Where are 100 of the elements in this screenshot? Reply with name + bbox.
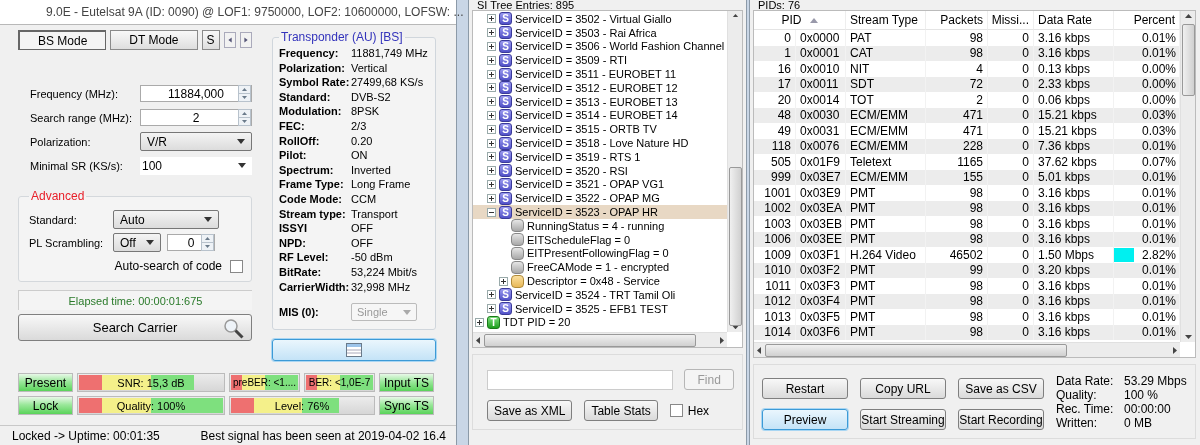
expand-icon[interactable] bbox=[499, 276, 508, 286]
down-arrow-icon[interactable] bbox=[1184, 335, 1192, 339]
tree-item[interactable]: EITScheduleFlag = 0 bbox=[473, 232, 727, 247]
action-button[interactable]: Start Recording bbox=[958, 409, 1044, 430]
spinner-icon[interactable] bbox=[238, 109, 251, 126]
number-field[interactable]: 11884,000 bbox=[140, 85, 252, 102]
expand-icon[interactable] bbox=[487, 83, 496, 93]
expand-icon[interactable] bbox=[487, 152, 496, 162]
left-arrow-icon[interactable] bbox=[757, 346, 761, 354]
tree-item[interactable]: S ServiceID = 3524 - TRT Tamil Oli bbox=[473, 287, 727, 302]
tree-item[interactable]: T TDT PID = 20 bbox=[473, 315, 727, 330]
column-header[interactable]: Packets bbox=[926, 11, 988, 30]
expand-icon[interactable] bbox=[487, 290, 496, 300]
table-row[interactable]: 1009 0x03F1 H.264 Video 46502 0 1.50 Mbps 2.82% bbox=[754, 247, 1180, 263]
vertical-scrollbar[interactable] bbox=[727, 11, 742, 332]
combo-box[interactable]: 100 bbox=[140, 156, 252, 175]
tree-item[interactable]: S ServiceID = 3525 - EFB1 TEST bbox=[473, 301, 727, 316]
column-header[interactable]: Stream Type bbox=[846, 11, 926, 30]
expand-icon[interactable] bbox=[487, 110, 496, 120]
action-button[interactable]: Table Stats bbox=[584, 400, 658, 421]
tab-scroll-left-icon[interactable] bbox=[223, 32, 236, 48]
scroll-thumb[interactable] bbox=[728, 167, 742, 326]
column-header[interactable]: PID bbox=[754, 11, 846, 30]
tab-scroll-right-icon[interactable] bbox=[239, 32, 252, 48]
dropdown[interactable]: Off bbox=[113, 233, 161, 252]
table-row[interactable]: 1006 0x03EE PMT 98 0 3.16 kbps 0.01% bbox=[754, 231, 1180, 247]
tree-item[interactable]: RunningStatus = 4 - running bbox=[473, 218, 727, 233]
tree-item[interactable]: Descriptor = 0x48 - Service bbox=[473, 274, 727, 288]
mode-tab[interactable]: DT Mode bbox=[110, 30, 198, 50]
down-arrow-icon[interactable] bbox=[731, 325, 739, 329]
expand-icon[interactable] bbox=[487, 179, 496, 189]
tree-item[interactable]: S ServiceID = 3502 - Virtual Giallo bbox=[473, 12, 727, 26]
search-field[interactable] bbox=[487, 369, 674, 390]
expand-icon[interactable] bbox=[487, 138, 496, 148]
up-arrow-icon[interactable] bbox=[1184, 14, 1192, 18]
checkbox[interactable] bbox=[230, 259, 243, 273]
action-button[interactable]: Restart bbox=[762, 378, 848, 399]
scroll-thumb[interactable] bbox=[1181, 24, 1195, 96]
expand-icon[interactable] bbox=[487, 193, 496, 203]
tree-item[interactable]: S ServiceID = 3515 - ORTB TV bbox=[473, 122, 727, 137]
table-row[interactable]: 17 0x0011 SDT 72 0 2.33 kbps 0.00% bbox=[754, 76, 1180, 92]
tree-item[interactable]: EITPresentFollowingFlag = 0 bbox=[473, 246, 727, 261]
action-button[interactable]: Copy URL bbox=[860, 378, 946, 399]
column-header[interactable]: Missi... bbox=[988, 11, 1034, 30]
table-row[interactable]: 1 0x0001 CAT 98 0 3.16 kbps 0.01% bbox=[754, 45, 1180, 61]
tree-item[interactable]: S ServiceID = 3509 - RTI bbox=[473, 53, 727, 68]
expand-icon[interactable] bbox=[487, 42, 496, 51]
list-button[interactable] bbox=[272, 339, 436, 362]
expand-icon[interactable] bbox=[487, 166, 496, 176]
horizontal-scrollbar[interactable] bbox=[473, 332, 727, 347]
action-button[interactable]: Save as XML bbox=[487, 400, 573, 421]
tree-item[interactable]: S ServiceID = 3512 - EUROBET 12 bbox=[473, 81, 727, 95]
tree-item[interactable]: S ServiceID = 3521 - OPAP VG1 bbox=[473, 177, 727, 192]
tree-item[interactable]: FreeCAMode = 1 - encrypted bbox=[473, 260, 727, 275]
expand-icon[interactable] bbox=[487, 304, 496, 314]
action-button[interactable]: Preview bbox=[762, 409, 848, 430]
expand-icon[interactable] bbox=[487, 97, 496, 107]
dropdown[interactable]: V/R bbox=[140, 132, 252, 151]
tree-item[interactable]: S ServiceID = 3522 - OPAP MG bbox=[473, 191, 727, 206]
right-arrow-icon[interactable] bbox=[720, 336, 724, 344]
expand-icon[interactable] bbox=[487, 14, 496, 24]
tree-item[interactable]: S ServiceID = 3503 - Rai Africa bbox=[473, 25, 727, 40]
table-row[interactable]: 999 0x03E7 ECM/EMM 155 0 5.01 kbps 0.01% bbox=[754, 169, 1180, 185]
left-arrow-icon[interactable] bbox=[476, 336, 480, 344]
column-header[interactable]: Data Rate bbox=[1034, 11, 1114, 30]
right-arrow-icon[interactable] bbox=[1173, 346, 1177, 354]
scroll-thumb[interactable] bbox=[765, 343, 1067, 357]
tree-item[interactable]: S ServiceID = 3514 - EUROBET 14 bbox=[473, 108, 727, 123]
dropdown[interactable]: Auto bbox=[113, 210, 219, 229]
mode-tab[interactable]: S bbox=[201, 30, 220, 50]
number-field[interactable]: 2 bbox=[140, 109, 252, 126]
action-button[interactable]: Save as CSV bbox=[958, 378, 1044, 399]
tree-item[interactable]: S ServiceID = 3511 - EUROBET 11 bbox=[473, 67, 727, 81]
table-row[interactable]: 1014 0x03F6 PMT 98 0 3.16 kbps 0.01% bbox=[754, 324, 1180, 340]
tree-item[interactable]: S ServiceID = 3506 - World Fashion Channel bbox=[473, 39, 727, 54]
tree-item[interactable]: S ServiceID = 3518 - Love Nature HD bbox=[473, 136, 727, 150]
up-arrow-icon[interactable] bbox=[731, 14, 739, 18]
table-row[interactable]: 1010 0x03F2 PMT 99 0 3.20 kbps 0.01% bbox=[754, 262, 1180, 278]
spinner-icon[interactable] bbox=[238, 85, 251, 102]
expand-icon[interactable] bbox=[475, 317, 484, 327]
collapse-icon[interactable] bbox=[487, 207, 496, 217]
tree-item[interactable]: S ServiceID = 3513 - EUROBET 13 bbox=[473, 94, 727, 109]
table-row[interactable]: 1012 0x03F4 PMT 98 0 3.16 kbps 0.01% bbox=[754, 293, 1180, 309]
scroll-thumb[interactable] bbox=[484, 333, 696, 347]
search-carrier-button[interactable]: Search Carrier bbox=[18, 314, 252, 341]
spinner-icon[interactable] bbox=[201, 234, 214, 251]
expand-icon[interactable] bbox=[487, 69, 496, 79]
table-row[interactable]: 118 0x0076 ECM/EMM 228 0 7.36 kbps 0.01% bbox=[754, 138, 1180, 154]
table-row[interactable]: 1002 0x03EA PMT 98 0 3.16 kbps 0.01% bbox=[754, 200, 1180, 216]
tree-item[interactable]: S ServiceID = 3519 - RTS 1 bbox=[473, 149, 727, 164]
expand-icon[interactable] bbox=[487, 55, 496, 65]
tree-item[interactable]: S ServiceID = 3523 - OPAP HR bbox=[473, 205, 727, 219]
mode-tab[interactable]: BS Mode bbox=[18, 30, 107, 50]
number-field[interactable]: 0 bbox=[167, 234, 215, 251]
vertical-scrollbar[interactable] bbox=[1180, 11, 1195, 342]
expand-icon[interactable] bbox=[487, 28, 496, 38]
horizontal-scrollbar[interactable] bbox=[754, 342, 1180, 357]
tree-item[interactable]: S ServiceID = 3520 - RSI bbox=[473, 163, 727, 178]
action-button[interactable]: Start Streaming bbox=[860, 409, 946, 430]
expand-icon[interactable] bbox=[487, 124, 496, 134]
